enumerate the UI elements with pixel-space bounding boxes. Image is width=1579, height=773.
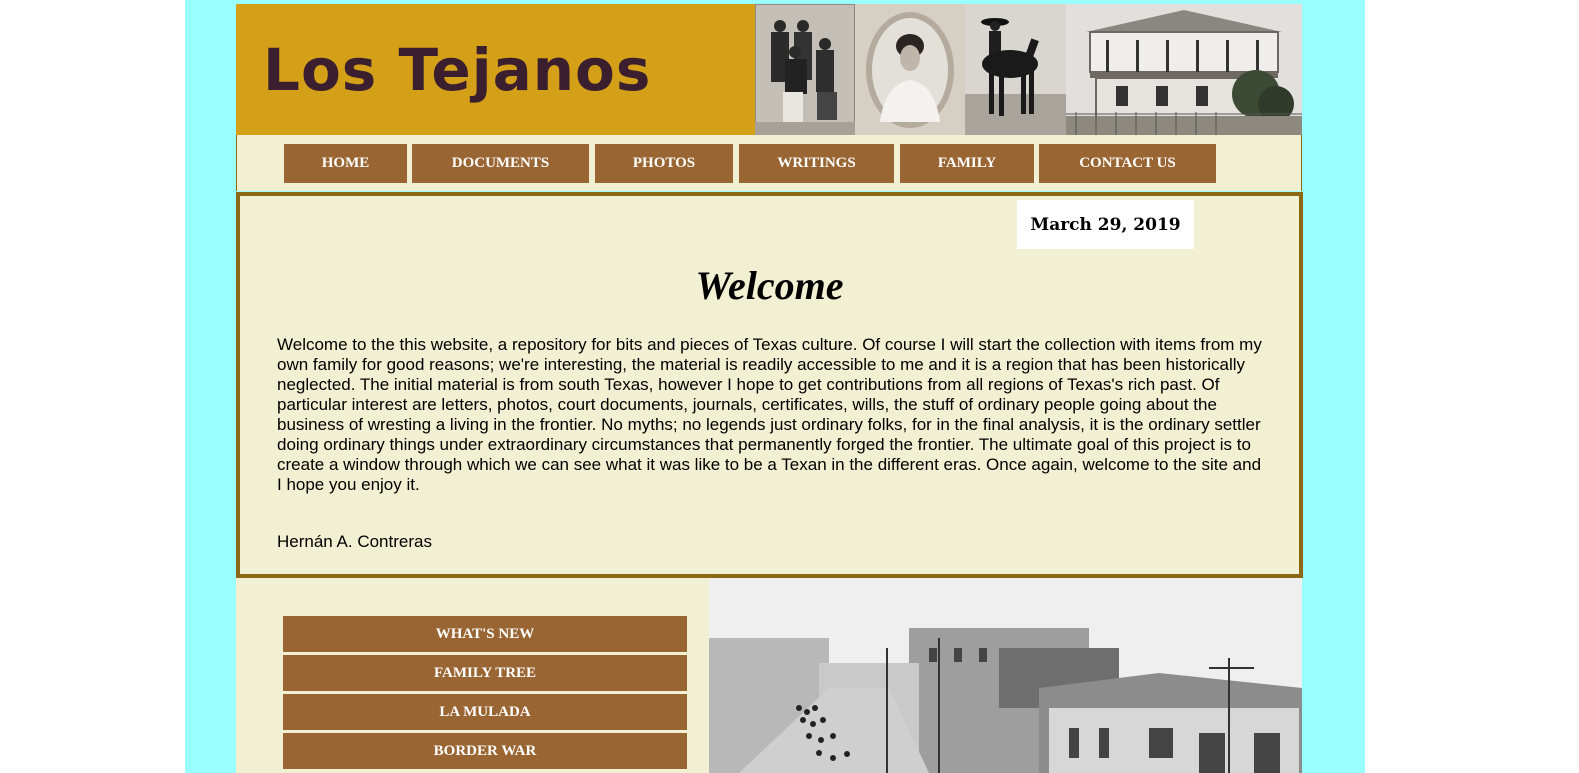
nav-writings[interactable]: WRITINGS: [739, 144, 894, 183]
house-photo: [1066, 4, 1302, 135]
nav-family[interactable]: FAMILY: [900, 144, 1034, 183]
nav-contact-us[interactable]: CONTACT US: [1039, 144, 1216, 183]
site-title: Los Tejanos: [263, 35, 652, 104]
sidebar-item-border-war[interactable]: BORDER WAR: [283, 733, 687, 769]
family-group-photo: [755, 4, 855, 135]
nav-documents[interactable]: DOCUMENTS: [412, 144, 589, 183]
welcome-panel: March 29, 2019 Welcome Welcome to the th…: [236, 192, 1303, 578]
woman-portrait-photo: [855, 4, 965, 135]
historic-street-photo: [709, 578, 1302, 773]
sidebar-menu: WHAT'S NEW FAMILY TREE LA MULADA BORDER …: [236, 578, 709, 773]
sidebar-item-la-mulada[interactable]: LA MULADA: [283, 694, 687, 730]
page-title: Welcome: [695, 263, 844, 308]
date-display: March 29, 2019: [1017, 200, 1194, 249]
author-signature: Hernán A. Contreras: [277, 532, 432, 551]
main-nav: HOME DOCUMENTS PHOTOS WRITINGS FAMILY CO…: [236, 135, 1302, 191]
horseman-photo: [965, 4, 1066, 135]
sidebar-item-whats-new[interactable]: WHAT'S NEW: [283, 616, 687, 652]
nav-home[interactable]: HOME: [284, 144, 407, 183]
banner-title-area: Los Tejanos: [236, 4, 755, 135]
sidebar-item-family-tree[interactable]: FAMILY TREE: [283, 655, 687, 691]
welcome-text: Welcome to the this website, a repositor…: [277, 335, 1262, 494]
nav-photos[interactable]: PHOTOS: [595, 144, 733, 183]
site-banner: Los Tejanos: [236, 4, 1302, 135]
